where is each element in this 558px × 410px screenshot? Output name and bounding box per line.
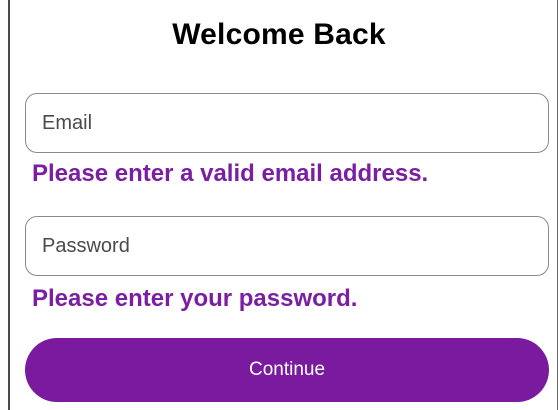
email-error-message: Please enter a valid email address.: [32, 160, 429, 187]
password-error-message: Please enter your password.: [32, 285, 358, 312]
email-field[interactable]: [25, 93, 549, 153]
password-field[interactable]: [25, 216, 549, 276]
continue-button[interactable]: Continue: [25, 338, 549, 402]
page-title: Welcome Back: [172, 18, 386, 51]
frame-left-border: [8, 0, 10, 410]
login-form-container: Welcome Back Please enter a valid email …: [0, 0, 558, 410]
